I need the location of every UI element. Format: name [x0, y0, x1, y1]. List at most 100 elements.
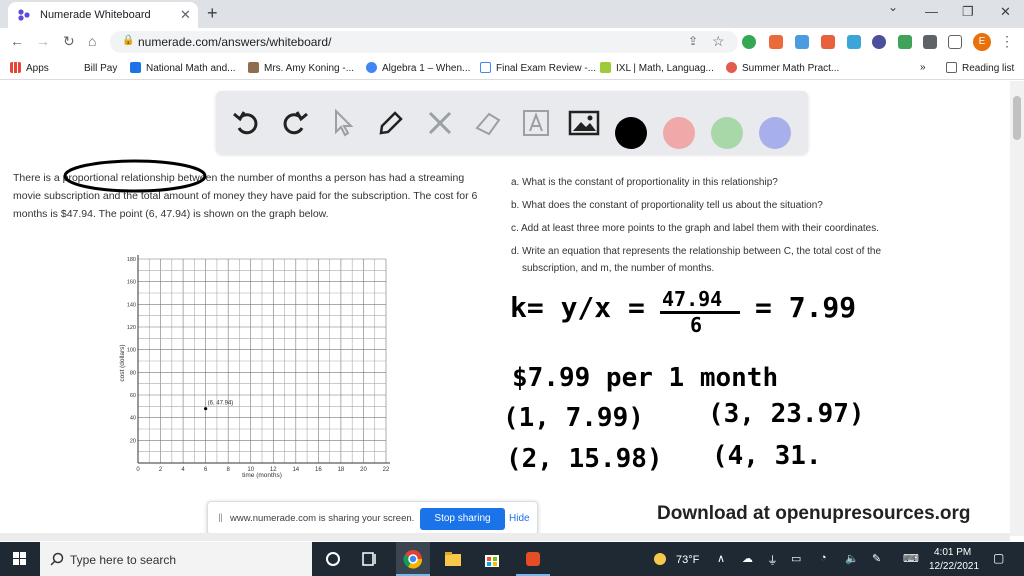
x-axis-label: time (months) [242, 472, 282, 479]
clock-date[interactable]: 12/22/2021 [929, 561, 979, 572]
pointer-icon[interactable] [326, 106, 360, 140]
chrome-icon [403, 550, 423, 569]
question-d-cont: subscription, and m, the number of month… [522, 263, 715, 274]
tab-close-icon[interactable]: ✕ [180, 7, 191, 23]
y-tick-label: 180 [127, 257, 136, 263]
task-view-icon[interactable] [360, 549, 380, 569]
tab-search-icon[interactable]: ⌄ [888, 0, 898, 14]
bookmarks-more-icon[interactable]: » [920, 62, 926, 73]
image-icon[interactable] [567, 106, 601, 140]
bookmark-bill-pay[interactable]: Bill Pay [68, 62, 117, 74]
tools-icon[interactable] [423, 106, 457, 140]
app-taskbar-button[interactable] [516, 542, 550, 576]
home-icon[interactable]: ⌂ [88, 33, 96, 49]
clock-time[interactable]: 4:01 PM [934, 547, 971, 558]
notifications-icon[interactable]: ▢ [993, 551, 1004, 565]
drag-handle-icon[interactable]: ‖ [218, 511, 223, 525]
reading-list[interactable]: Reading list [946, 62, 1014, 74]
eraser-icon[interactable] [471, 106, 505, 140]
graph-grid [137, 255, 390, 464]
store-icon[interactable] [482, 549, 502, 569]
scrollbar-thumb[interactable] [1013, 96, 1021, 140]
color-swatch-pink[interactable] [663, 117, 695, 149]
keyboard-icon[interactable]: ⌨ [903, 552, 919, 565]
bookmark-final-exam[interactable]: Final Exam Review -... [480, 62, 596, 74]
chrome-taskbar-button[interactable] [396, 542, 430, 576]
x-tick-label: 16 [315, 467, 322, 473]
tray-chevron-icon[interactable]: ∧ [717, 552, 725, 565]
redo-icon[interactable] [277, 106, 311, 140]
battery-icon[interactable]: ▭ [791, 552, 801, 565]
windows-start-icon[interactable] [0, 542, 40, 576]
close-window-button[interactable]: ✕ [1000, 4, 1011, 20]
tab-strip: Numerade Whiteboard ✕ + ⌄ — ❐ ✕ [0, 0, 1024, 28]
bookmark-amy-koning[interactable]: Mrs. Amy Koning -... [248, 62, 354, 74]
new-tab-button[interactable]: + [207, 3, 218, 24]
browser-tab[interactable]: Numerade Whiteboard ✕ [8, 2, 198, 28]
x-tick-label: 14 [292, 467, 299, 473]
bookmarks-bar: Apps Bill Pay National Math and... Mrs. … [0, 56, 1024, 80]
whiteboard-page[interactable]: There is a proportional relationship bet… [0, 81, 1010, 536]
share-icon[interactable]: ⇪ [688, 34, 698, 48]
bookmark-summer-math[interactable]: Summer Math Pract... [726, 62, 839, 74]
color-swatch-purple[interactable] [759, 117, 791, 149]
ixl-icon [600, 62, 611, 73]
pen-workspace-icon[interactable]: ✎ [872, 552, 881, 565]
bookmark-apps[interactable]: Apps [10, 62, 49, 74]
vertical-scrollbar[interactable] [1010, 81, 1024, 536]
lock-icon: 🔒 [122, 35, 135, 46]
color-swatch-black[interactable] [615, 117, 647, 149]
profile-avatar[interactable]: E [973, 33, 991, 51]
doc-icon [480, 62, 491, 73]
extension-green-icon[interactable] [742, 35, 756, 49]
bookmark-algebra[interactable]: Algebra 1 – When... [366, 62, 470, 74]
whiteboard-toolbar [216, 91, 808, 154]
weather-temp[interactable]: 73°F [676, 554, 699, 566]
extensions-puzzle-icon[interactable] [923, 35, 937, 49]
usb-icon[interactable]: ⏚ [767, 552, 778, 568]
extension-blue-icon[interactable] [795, 35, 809, 49]
bookmark-ixl[interactable]: IXL | Math, Languag... [600, 62, 714, 74]
text-icon[interactable] [519, 106, 553, 140]
taskbar-search[interactable]: Type here to search [40, 542, 312, 576]
bookmark-icon [248, 62, 259, 73]
y-tick-label: 80 [130, 370, 136, 376]
windows-taskbar: Type here to search 73°F ∧ ☁ ⏚ ▭ ◔ 🔈 ✎ ⌨… [0, 542, 1024, 576]
color-swatch-green[interactable] [711, 117, 743, 149]
minimize-button[interactable]: — [925, 4, 938, 19]
download-footer: Download at openupresources.org [657, 503, 971, 524]
bookmark-national-math[interactable]: National Math and... [130, 62, 236, 74]
volume-icon[interactable]: 🔈 [845, 552, 859, 565]
extension-orange-icon[interactable] [769, 35, 783, 49]
cast-icon[interactable] [948, 35, 962, 49]
reload-icon[interactable]: ↻ [63, 33, 75, 50]
extension-red-icon[interactable] [821, 35, 835, 49]
cortana-icon[interactable] [323, 549, 343, 569]
pen-icon[interactable] [373, 106, 407, 140]
extension-k-icon[interactable] [872, 35, 886, 49]
wifi-icon[interactable]: ◔ [820, 552, 827, 564]
weather-sun-icon[interactable] [650, 549, 670, 569]
handwritten-k-result: = 7.99 [755, 291, 857, 324]
x-tick-label: 6 [204, 467, 208, 473]
forward-icon[interactable]: → [36, 33, 50, 49]
bookmark-star-icon[interactable]: ☆ [712, 33, 725, 50]
hide-button[interactable]: Hide [509, 513, 530, 524]
undo-icon[interactable] [230, 106, 264, 140]
file-explorer-icon[interactable] [443, 549, 463, 569]
x-tick-label: 4 [181, 467, 185, 473]
extension-lightblue-icon[interactable] [847, 35, 861, 49]
handwritten-rate: $7.99 per 1 month [512, 363, 779, 393]
maximize-button[interactable]: ❐ [962, 4, 974, 20]
numerade-logo-icon [18, 9, 30, 21]
x-tick-label: 2 [159, 467, 163, 473]
onedrive-icon[interactable]: ☁ [742, 552, 753, 565]
horizontal-scrollbar[interactable] [0, 533, 1010, 541]
address-bar[interactable]: 🔒 numerade.com/answers/whiteboard/ [110, 31, 738, 53]
back-icon[interactable]: ← [10, 33, 24, 49]
menu-kebab-icon[interactable]: ⋮ [1000, 33, 1014, 50]
x-tick-label: 22 [383, 467, 390, 473]
handwritten-point-1: (1, 7.99) [503, 403, 644, 433]
stop-sharing-button[interactable]: Stop sharing [420, 508, 505, 530]
extension-check-icon[interactable] [898, 35, 912, 49]
